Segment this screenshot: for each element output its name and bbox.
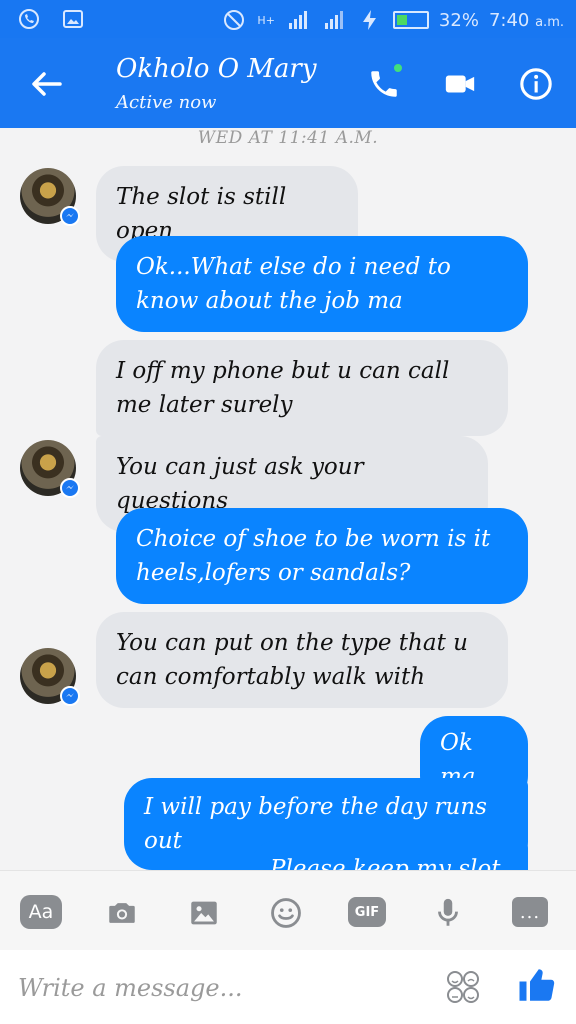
messenger-badge-icon	[60, 478, 80, 498]
image-icon	[191, 901, 217, 925]
charging-icon	[357, 7, 383, 33]
like-button[interactable]	[516, 964, 558, 1006]
conversation-header: Okholo O Mary Active now	[0, 38, 576, 128]
whatsapp-icon	[16, 6, 42, 32]
contact-avatar[interactable]	[20, 168, 80, 226]
clock: 7:40 a.m.	[489, 10, 564, 31]
back-arrow-icon	[32, 72, 62, 96]
do-not-disturb-icon	[221, 7, 247, 33]
message-bubble-outgoing[interactable]: Ok...What else do i need to know about t…	[116, 236, 528, 332]
clock-time: 7:40	[488, 9, 530, 31]
video-camera-icon	[445, 75, 475, 93]
video-call-button[interactable]	[438, 62, 482, 106]
camera-button[interactable]	[102, 893, 142, 933]
status-bar: H+ 32% 7:40 a.m.	[0, 0, 576, 38]
text-format-button[interactable]: Aa	[20, 895, 62, 929]
contact-name[interactable]: Okholo O Mary	[116, 54, 317, 84]
battery-icon	[392, 11, 429, 29]
voice-message-button[interactable]	[428, 893, 468, 933]
sticker-button[interactable]	[266, 893, 306, 933]
gallery-button[interactable]	[184, 893, 224, 933]
network-type: H+	[257, 13, 275, 27]
message-composer	[0, 950, 576, 1024]
messenger-badge-icon	[60, 206, 80, 226]
more-options-button[interactable]: ...	[512, 897, 548, 927]
voice-call-button[interactable]	[362, 62, 406, 106]
signal-icon	[285, 7, 311, 33]
active-dot	[392, 62, 404, 74]
gif-button[interactable]: GIF	[348, 897, 386, 927]
message-bubble-outgoing[interactable]: Choice of shoe to be worn is it heels,lo…	[116, 508, 528, 604]
info-icon	[520, 68, 552, 100]
message-input[interactable]	[18, 968, 418, 1008]
thumbs-up-icon	[519, 969, 555, 1001]
smiley-icon	[271, 898, 301, 928]
clock-suffix: a.m.	[535, 14, 564, 30]
emoji-button[interactable]	[444, 968, 482, 1006]
messenger-badge-icon	[60, 686, 80, 706]
message-bubble-outgoing[interactable]: Please keep my slot o	[250, 840, 528, 870]
composer-toolbar: Aa GIF ...	[0, 870, 576, 950]
message-bubble-incoming[interactable]: I off my phone but u can call me later s…	[96, 340, 508, 436]
camera-icon	[109, 903, 135, 923]
signal-icon-2	[321, 7, 347, 33]
emoji-faces-icon	[447, 971, 479, 1003]
message-timestamp: WED AT 11:41 A.M.	[197, 128, 379, 148]
info-button[interactable]	[514, 62, 558, 106]
message-bubble-incoming[interactable]: You can put on the type that u can comfo…	[96, 612, 508, 708]
contact-avatar[interactable]	[20, 440, 80, 498]
gallery-icon	[60, 6, 86, 32]
contact-avatar[interactable]	[20, 648, 80, 706]
message-thread[interactable]: WED AT 11:41 A.M. The slot is still open…	[0, 128, 576, 870]
microphone-icon	[438, 898, 458, 926]
back-button[interactable]	[26, 64, 66, 104]
battery-percent: 32%	[438, 9, 479, 31]
active-status: Active now	[116, 92, 217, 113]
